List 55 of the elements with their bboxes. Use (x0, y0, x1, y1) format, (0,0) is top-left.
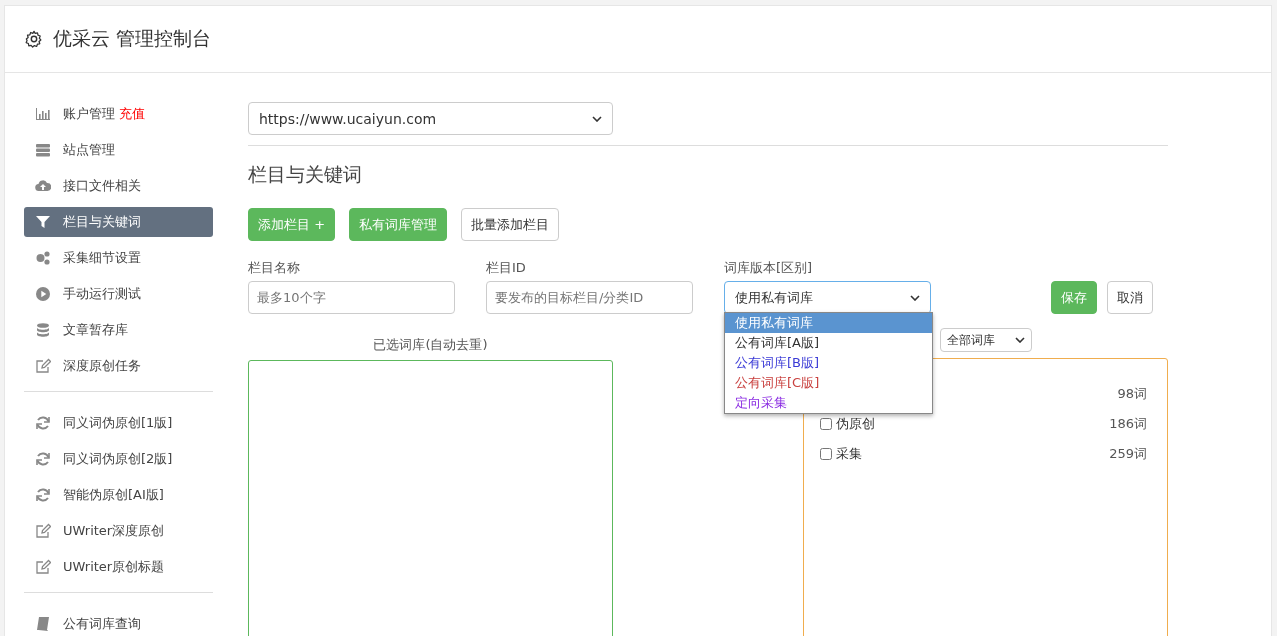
library-checkbox[interactable] (820, 418, 832, 430)
sidebar-item[interactable]: 同义词伪原创[1版] (24, 408, 213, 438)
cloud-upload-icon (35, 178, 51, 194)
site-select[interactable]: https://www.ucaiyun.com (248, 102, 613, 135)
sidebar-item[interactable]: 手动运行测试 (24, 279, 213, 309)
sidebar-item[interactable]: 深度原创任务 (24, 351, 213, 381)
column-name-field[interactable]: 最多10个字 (248, 281, 455, 314)
word-count: 98词 (1117, 385, 1147, 403)
dropdown-option[interactable]: 公有词库[C版] (725, 373, 932, 393)
column-id-field[interactable]: 要发布的目标栏目/分类ID (486, 281, 693, 314)
library-checkbox[interactable] (820, 448, 832, 460)
page-title: 优采云 管理控制台 (53, 26, 212, 51)
section-title: 栏目与关键词 (248, 162, 363, 187)
sidebar-item[interactable]: 智能伪原创[AI版] (24, 480, 213, 510)
sidebar-item[interactable]: 栏目与关键词 (24, 207, 213, 237)
word-count: 259词 (1109, 445, 1147, 463)
caret-icon (1015, 337, 1025, 343)
book-icon (35, 616, 51, 632)
edit-icon (35, 523, 51, 539)
server-icon (35, 142, 51, 158)
field-label: 词库版本[区别] (724, 259, 814, 277)
library-name: 伪原创 (836, 415, 875, 433)
sidebar-item[interactable]: 文章暂存库 (24, 315, 213, 345)
toolbar-button[interactable]: 批量添加栏目 (461, 208, 560, 241)
bar-chart-icon (35, 106, 51, 122)
refresh-icon (35, 415, 51, 431)
refresh-icon (35, 451, 51, 467)
library-filter-select[interactable]: 全部词库 (940, 328, 1032, 352)
sidebar-item[interactable]: 同义词伪原创[2版] (24, 444, 213, 474)
sidebar-item[interactable]: 采集细节设置 (24, 243, 213, 273)
caret-icon (910, 294, 920, 301)
panel-title: 已选词库(自动去重) (372, 336, 489, 354)
edit-icon (35, 559, 51, 575)
field-label: 栏目ID (486, 259, 527, 277)
sidebar-item[interactable]: 接口文件相关 (24, 171, 213, 201)
settings-icon (25, 30, 43, 48)
cancel-button[interactable]: 取消 (1107, 281, 1153, 314)
sidebar-item[interactable]: 账户管理 充值 (24, 99, 213, 129)
database-icon (35, 322, 51, 338)
recharge-link[interactable]: 充值 (119, 105, 145, 123)
edit-icon (35, 358, 51, 374)
dropdown-option[interactable]: 公有词库[B版] (725, 353, 932, 373)
dropdown-option[interactable]: 公有词库[A版] (725, 333, 932, 353)
sidebar-item[interactable]: 站点管理 (24, 135, 213, 165)
library-name: 采集 (836, 445, 862, 463)
sidebar-item[interactable]: UWriter原创标题 (24, 552, 213, 582)
field-label: 栏目名称 (248, 259, 301, 277)
sidebar-item[interactable]: UWriter深度原创 (24, 516, 213, 546)
sidebar-item[interactable]: 公有词库查询 (24, 609, 213, 636)
word-count: 186词 (1109, 415, 1147, 433)
play-icon (35, 286, 51, 302)
filter-icon (35, 214, 51, 230)
caret-icon (592, 115, 602, 122)
dropdown-option[interactable]: 定向采集 (725, 393, 932, 413)
refresh-icon (35, 487, 51, 503)
